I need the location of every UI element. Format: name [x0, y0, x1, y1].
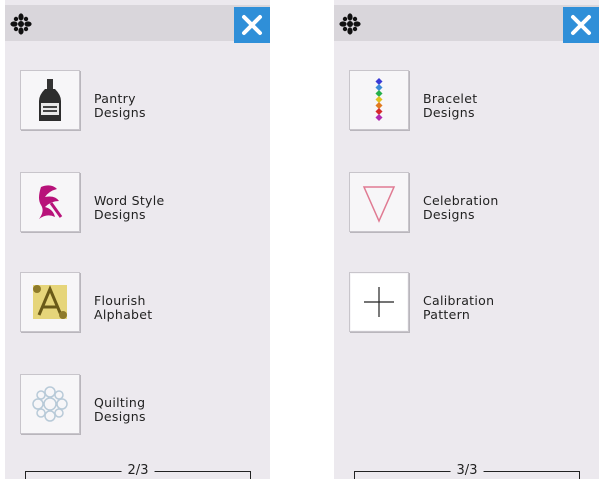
crosshair-icon — [349, 272, 409, 332]
page-indicator: 3/3 — [354, 463, 580, 479]
flower-logo-icon — [339, 13, 361, 35]
category-button-celebration-designs[interactable]: Celebration Designs — [349, 172, 579, 236]
category-button-pantry-designs[interactable]: Pantry Designs — [20, 70, 250, 134]
category-panel-page-3: Bracelet Designs Celebration Designs Cal… — [334, 0, 599, 479]
pennant-icon — [349, 172, 409, 232]
category-label: Word Style Designs — [94, 193, 165, 222]
close-button[interactable] — [563, 7, 599, 43]
page-number: 3/3 — [450, 463, 484, 479]
category-label: Quilting Designs — [94, 395, 146, 424]
category-label: Bracelet Designs — [423, 91, 478, 120]
category-button-word-style-designs[interactable]: Word Style Designs — [20, 172, 250, 236]
ornate-letter-icon — [20, 272, 80, 332]
top-bar — [334, 5, 599, 43]
category-button-quilting-designs[interactable]: Quilting Designs — [20, 374, 250, 438]
calligraphy-icon — [20, 172, 80, 232]
page-number: 2/3 — [121, 463, 155, 479]
category-label: Flourish Alphabet — [94, 293, 153, 322]
page-indicator: 2/3 — [25, 463, 251, 479]
bottle-icon — [20, 70, 80, 130]
category-button-bracelet-designs[interactable]: Bracelet Designs — [349, 70, 579, 134]
close-icon — [571, 15, 591, 35]
category-button-calibration-pattern[interactable]: Calibration Pattern — [349, 272, 579, 336]
quilt-motif-icon — [20, 374, 80, 434]
category-label: Pantry Designs — [94, 91, 146, 120]
close-icon — [242, 15, 262, 35]
top-bar — [5, 5, 270, 43]
bead-bracelet-icon — [349, 70, 409, 130]
category-panel-page-2: Pantry Designs Word Style Designs Flouri… — [5, 0, 270, 479]
category-label: Celebration Designs — [423, 193, 499, 222]
category-button-flourish-alphabet[interactable]: Flourish Alphabet — [20, 272, 250, 336]
close-button[interactable] — [234, 7, 270, 43]
category-label: Calibration Pattern — [423, 293, 495, 322]
flower-logo-icon — [10, 13, 32, 35]
